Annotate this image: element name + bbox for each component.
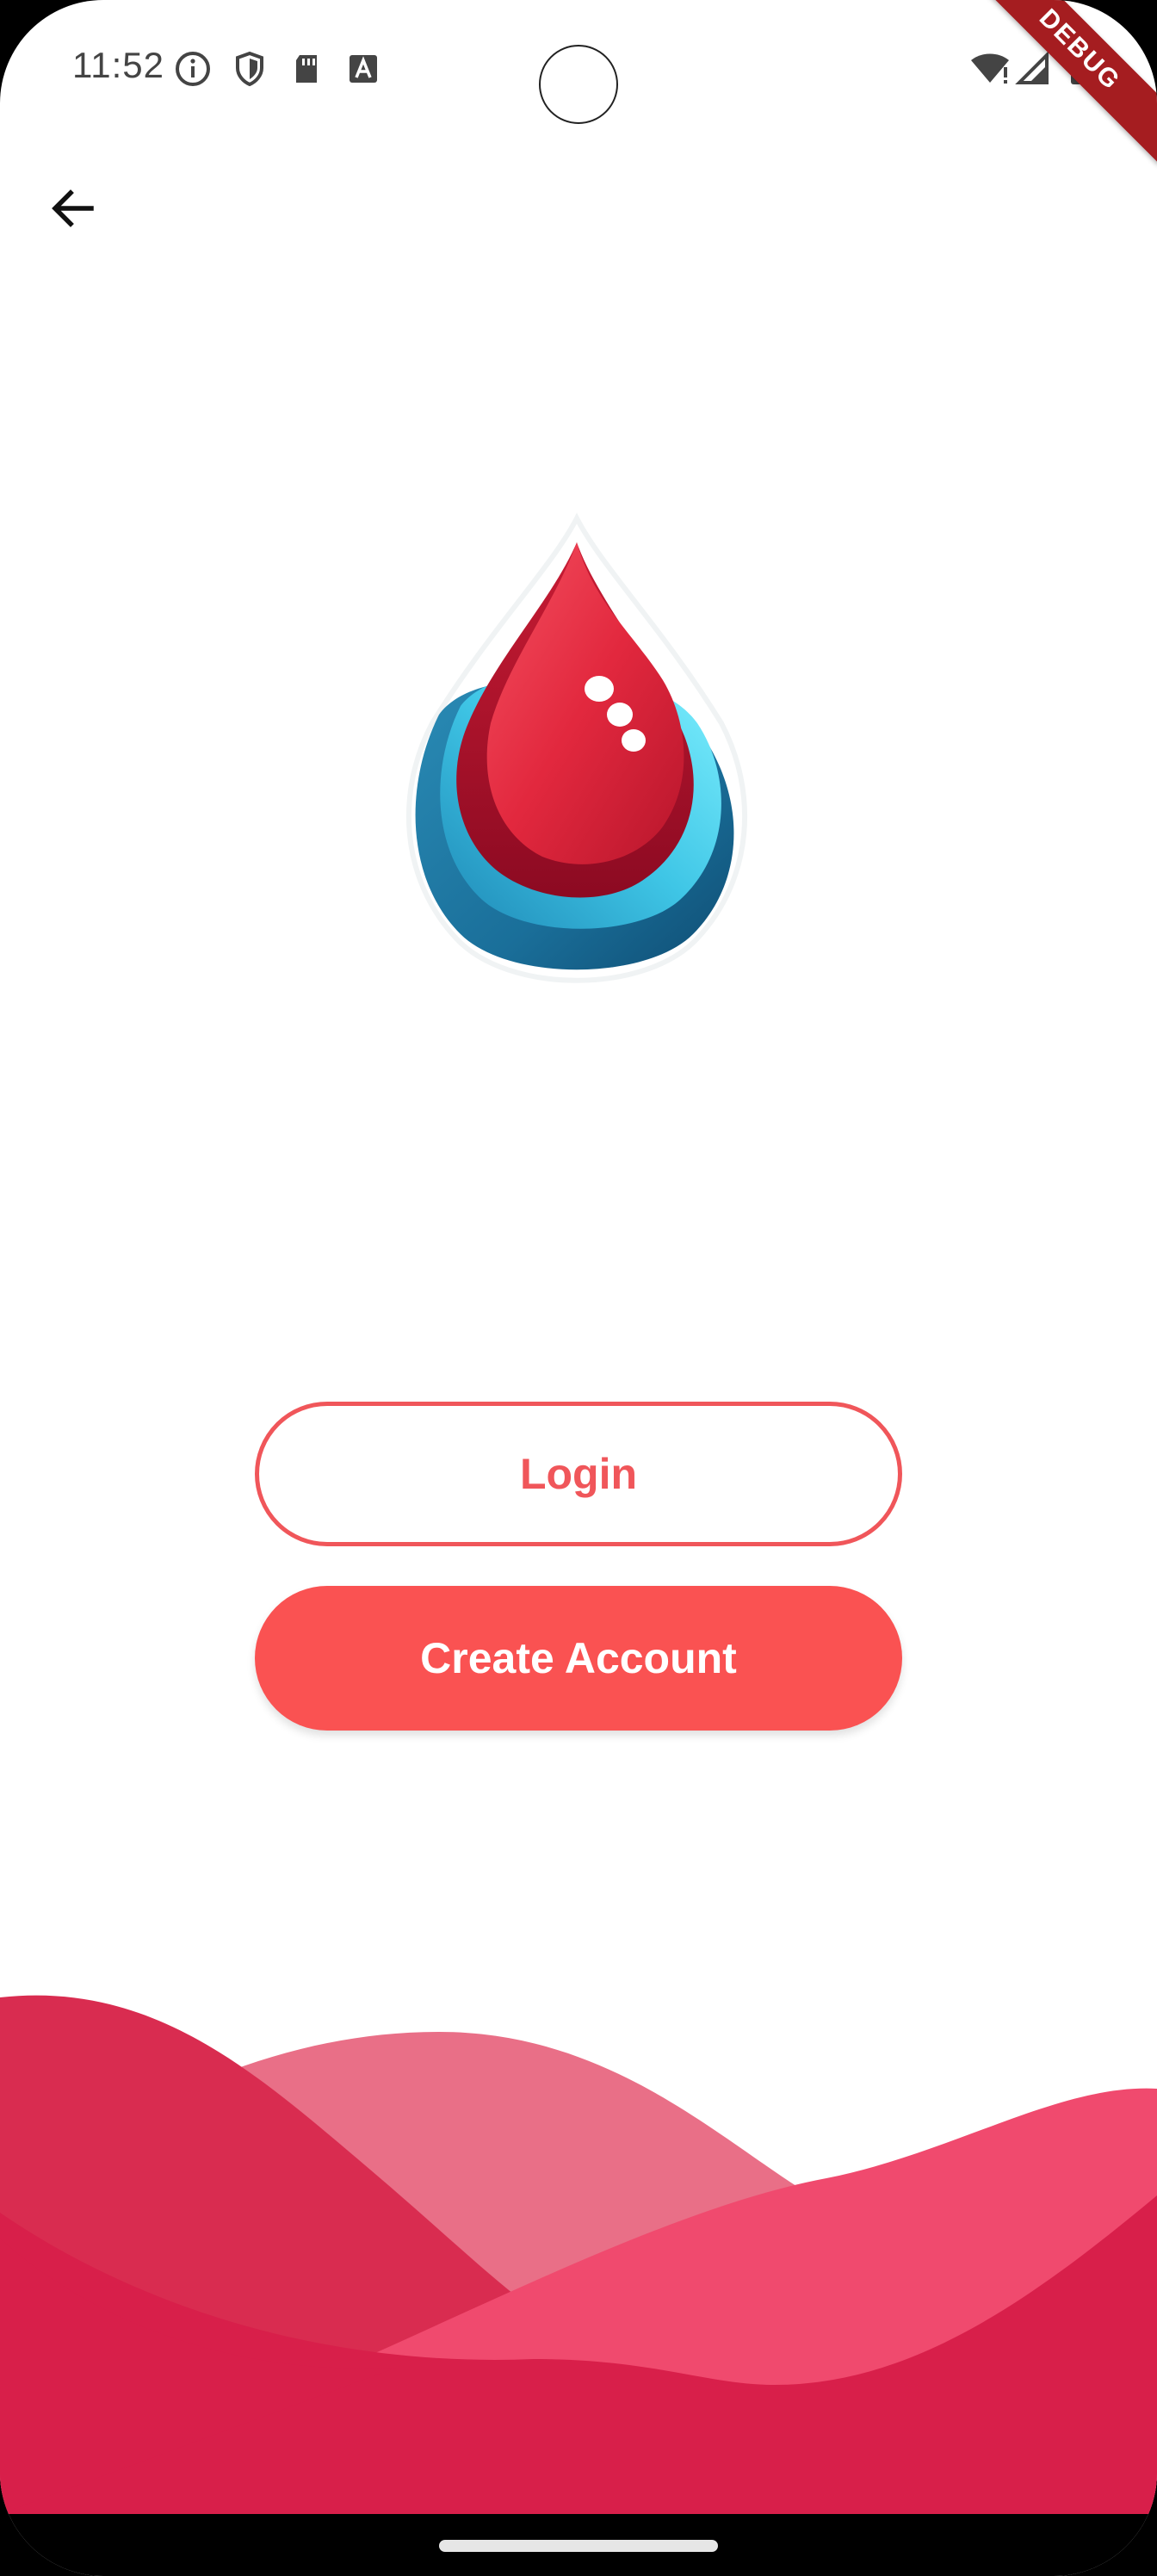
signal-icon [1012,48,1054,90]
shield-icon [229,48,270,90]
front-camera [539,45,618,124]
wifi-icon [968,48,1009,90]
font-a-icon [343,48,384,90]
back-button[interactable] [38,176,107,245]
arrow-back-icon [46,183,98,238]
create-account-button[interactable]: Create Account [255,1586,902,1731]
decorative-waves [0,1980,1157,2514]
blood-drop-logo-icon [379,508,775,1007]
create-account-button-label: Create Account [420,1634,737,1682]
status-time: 11:52 [72,45,164,85]
home-indicator[interactable] [439,2540,718,2552]
status-bar: 11:52 [0,0,1157,138]
login-button-label: Login [519,1450,638,1498]
login-button[interactable]: Login [255,1402,902,1546]
app-screen: 11:52 DEBUG Login Create Account [0,0,1157,2576]
sd-card-icon [286,48,327,90]
info-icon [172,48,213,90]
